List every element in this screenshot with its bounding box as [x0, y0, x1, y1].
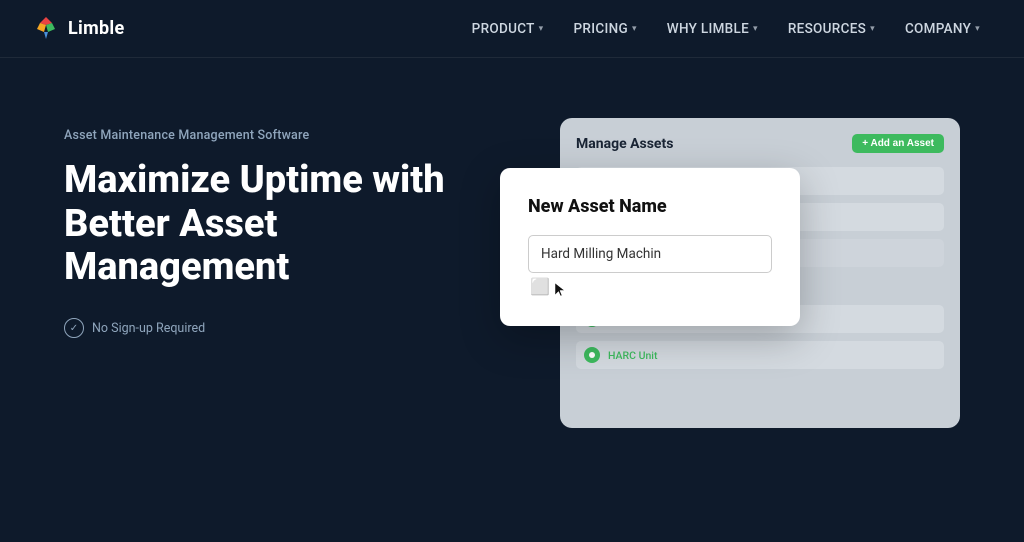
logo-icon — [32, 15, 60, 43]
hero-badge-text: No Sign-up Required — [92, 321, 205, 336]
nav-item-company[interactable]: COMPANY ▾ — [893, 15, 992, 43]
manage-assets-panel: Manage Assets + Add an Asset Cut-Off Saw… — [560, 118, 960, 428]
modal-card: New Asset Name ⬜ — [500, 168, 800, 326]
hero-section: Asset Maintenance Management Software Ma… — [0, 58, 1024, 542]
list-item: HARC Unit — [576, 341, 944, 369]
nav-item-why-limble[interactable]: WHY LIMBLE ▾ — [655, 15, 770, 43]
no-signup-badge: ✓ No Sign-up Required — [64, 318, 491, 338]
modal-title: New Asset Name — [528, 196, 772, 217]
panel-title: Manage Assets — [576, 136, 673, 152]
hero-right: Manage Assets + Add an Asset Cut-Off Saw… — [491, 118, 960, 428]
navbar: Limble PRODUCT ▾ PRICING ▾ WHY LIMBLE ▾ … — [0, 0, 1024, 58]
chevron-down-icon: ▾ — [539, 24, 544, 34]
nav-item-resources[interactable]: RESOURCES ▾ — [776, 15, 887, 43]
hero-tag: Asset Maintenance Management Software — [64, 128, 491, 143]
chevron-down-icon: ▾ — [870, 24, 875, 34]
nav-links: PRODUCT ▾ PRICING ▾ WHY LIMBLE ▾ RESOURC… — [460, 15, 992, 43]
asset-name-input[interactable] — [528, 235, 772, 273]
logo[interactable]: Limble — [32, 15, 125, 43]
panel-header: Manage Assets + Add an Asset — [576, 134, 944, 153]
check-icon: ✓ — [64, 318, 84, 338]
nav-item-product[interactable]: PRODUCT ▾ — [460, 15, 556, 43]
hero-title: Maximize Uptime with Better Asset Manage… — [64, 159, 484, 290]
hero-left: Asset Maintenance Management Software Ma… — [64, 118, 491, 338]
nav-item-pricing[interactable]: PRICING ▾ — [562, 15, 649, 43]
chevron-down-icon: ▾ — [632, 24, 637, 34]
chevron-down-icon: ▾ — [753, 24, 758, 34]
item-label: HARC Unit — [608, 349, 657, 362]
chevron-down-icon: ▾ — [975, 24, 980, 34]
add-asset-button[interactable]: + Add an Asset — [852, 134, 944, 153]
cursor-icon: ⬜ — [530, 277, 566, 298]
item-icon — [584, 347, 600, 363]
logo-text: Limble — [68, 18, 125, 39]
new-asset-modal: New Asset Name ⬜ — [500, 168, 800, 326]
